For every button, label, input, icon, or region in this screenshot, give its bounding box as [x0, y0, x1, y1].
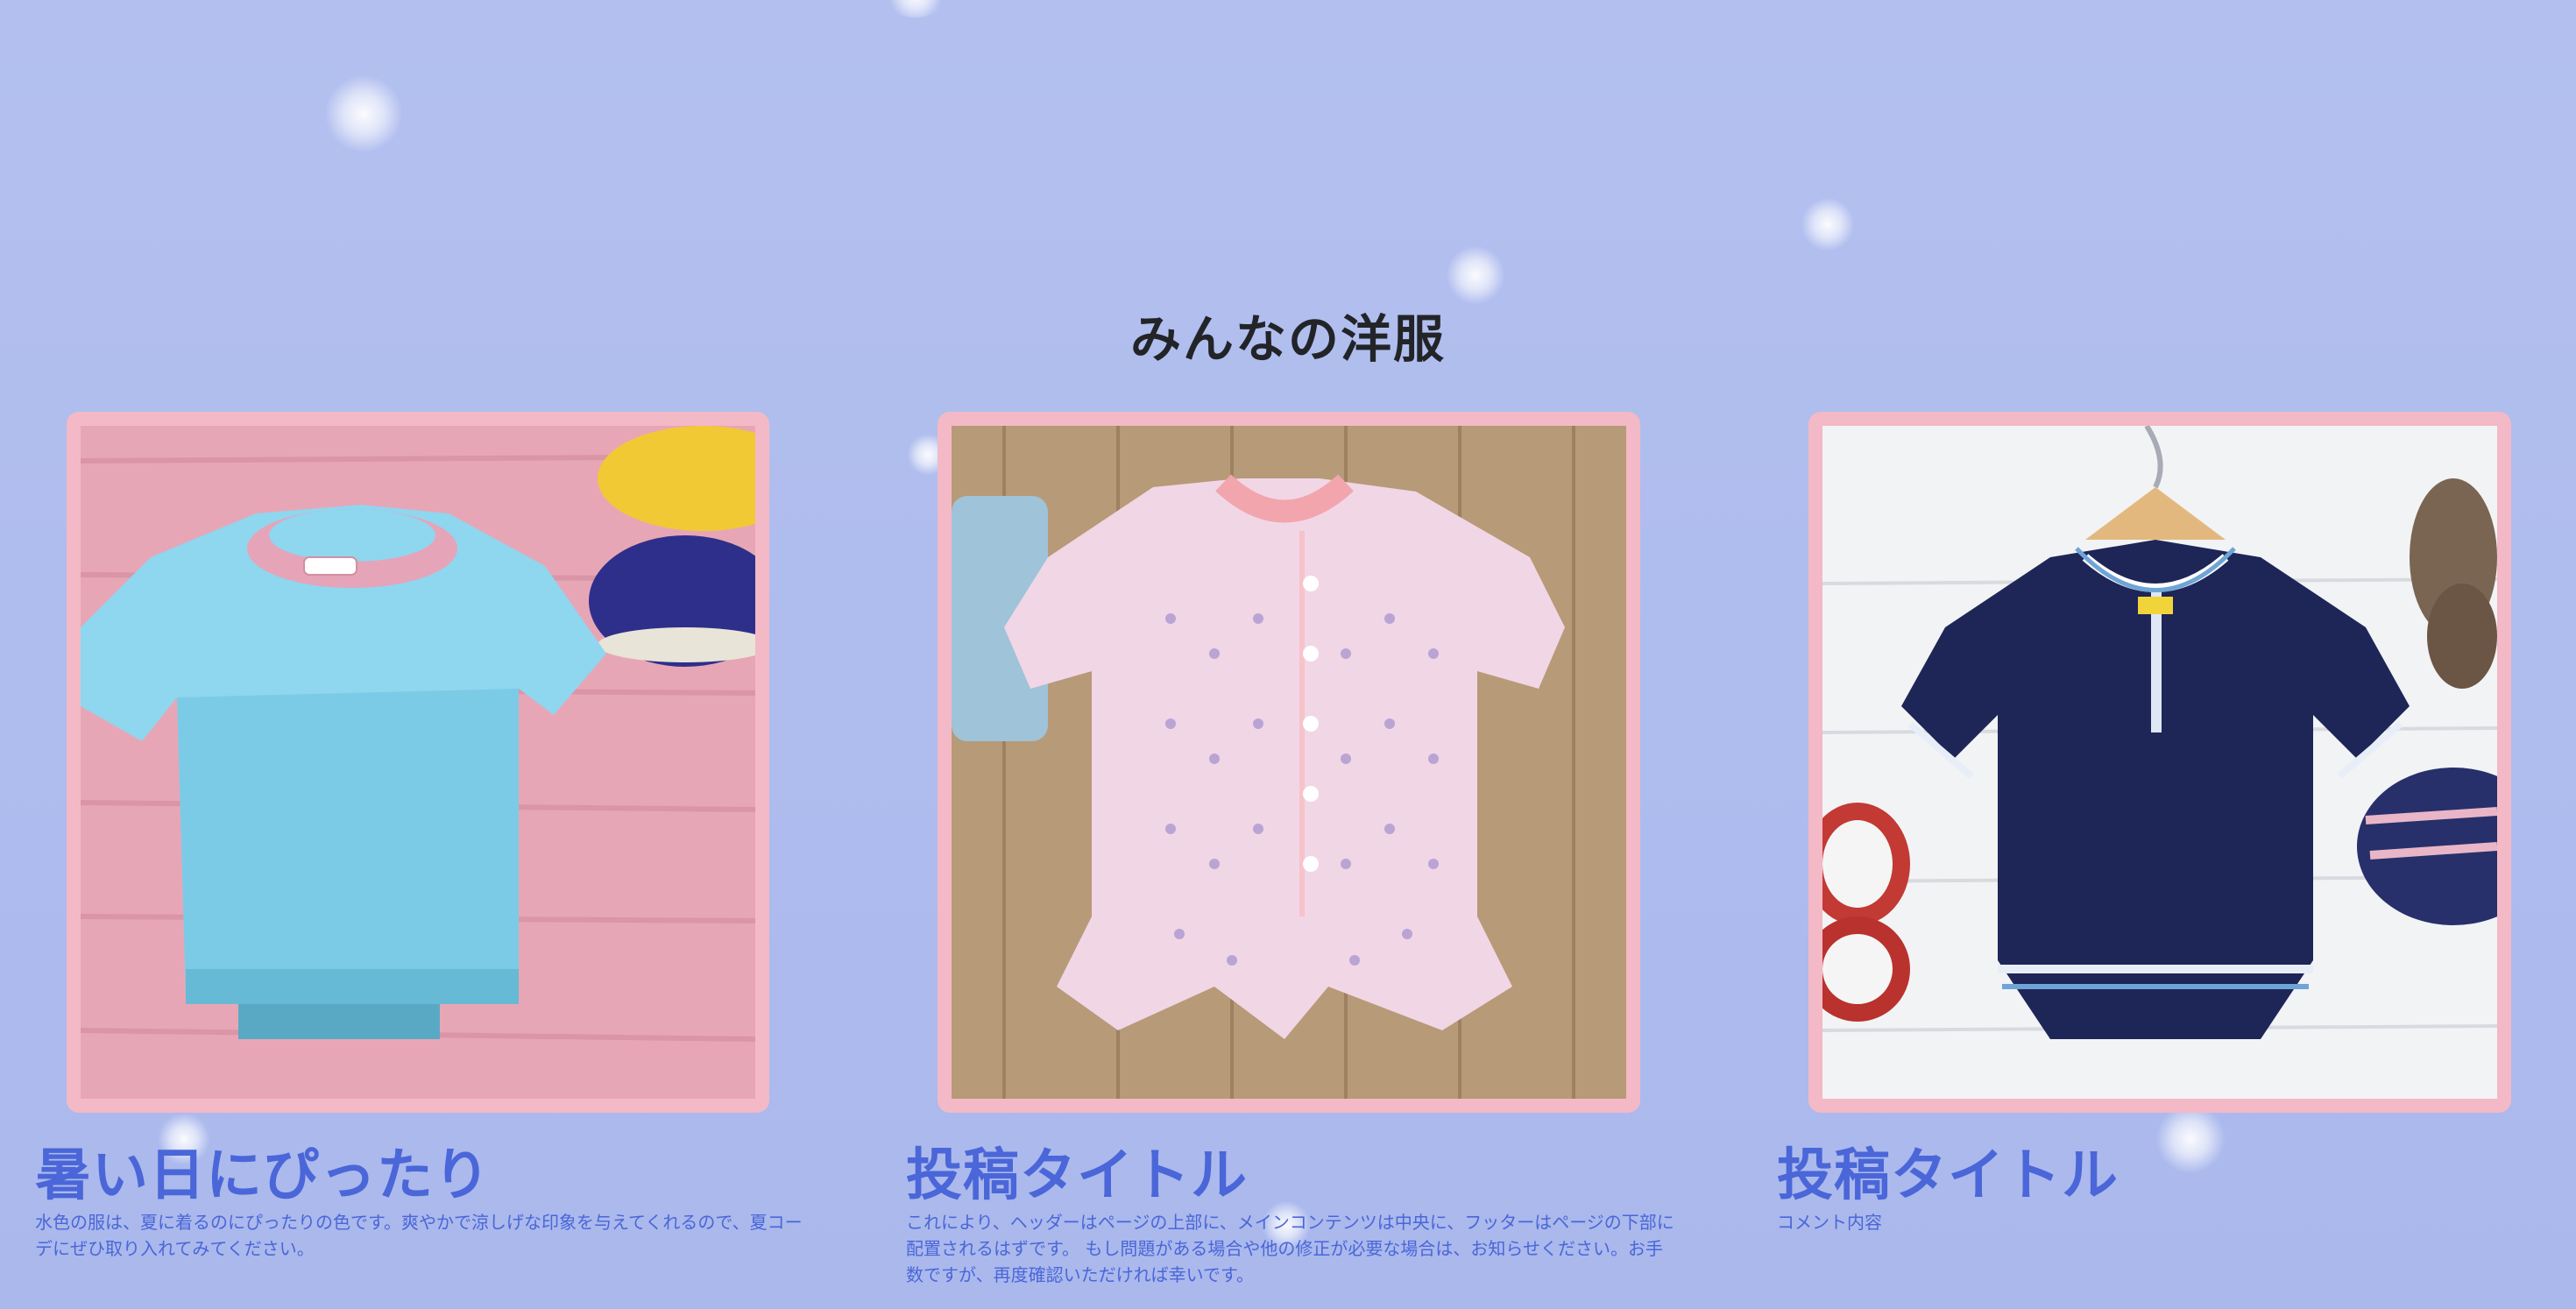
section-title: みんなの洋服 — [1129, 309, 1446, 369]
snow-dot — [2155, 1104, 2226, 1174]
light-blue-baby-tshirt-photo — [81, 426, 755, 1099]
navy-knit-baby-romper-photo — [1822, 426, 2497, 1099]
pink-knit-baby-romper-photo — [952, 426, 1626, 1099]
post-title[interactable]: 投稿タイトル — [906, 1130, 1248, 1211]
snow-dot — [885, 0, 946, 18]
post-comment: これにより、ヘッダーはページの上部に、メインコンテンツは中央に、フッターはページ… — [906, 1212, 1674, 1285]
post-title[interactable]: 投稿タイトル — [1777, 1130, 2119, 1211]
snow-dot — [324, 74, 403, 153]
post-comment: コメント内容 — [1777, 1212, 1882, 1233]
snow-dot — [1446, 245, 1505, 305]
post-image-frame[interactable] — [938, 412, 1640, 1113]
snow-dot — [1801, 197, 1855, 251]
post-comment: 水色の服は、夏に着るのにぴったりの色です。爽やかで涼しげな印象を与えてくれるので… — [35, 1212, 803, 1259]
post-image-frame[interactable] — [1808, 412, 2511, 1113]
post-title[interactable]: 暑い日にぴったり — [35, 1130, 491, 1211]
post-image-frame[interactable] — [67, 412, 769, 1113]
